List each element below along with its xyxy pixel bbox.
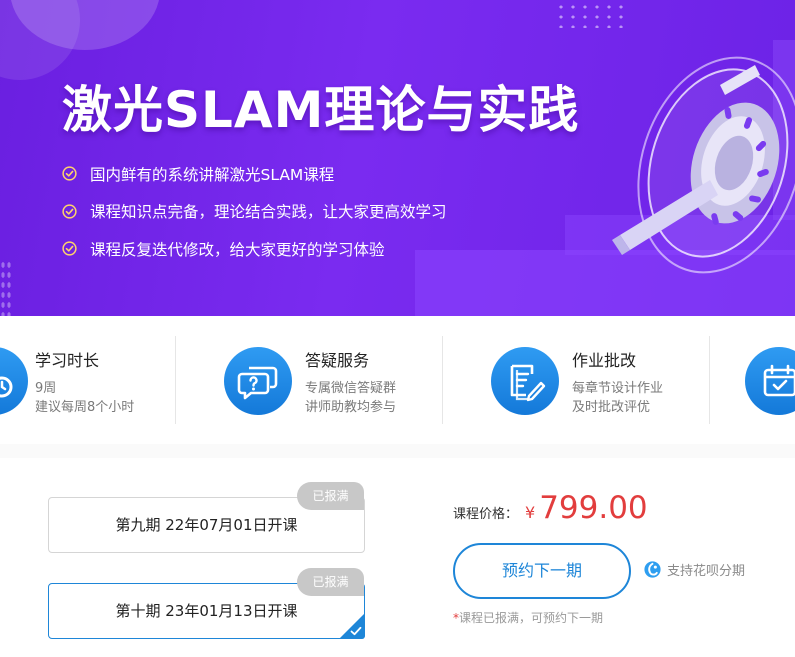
chat-question-icon — [237, 366, 278, 400]
service-detail: 9周 — [35, 381, 57, 396]
decor-dots — [555, 2, 629, 28]
session-option-10[interactable]: 已报满 第十期 23年01月13日开课 — [48, 568, 365, 639]
enrollment-notice: *课程已报满，可预约下一期 — [453, 609, 603, 626]
price-amount: 799.00 — [539, 490, 648, 526]
service-study-duration: 学习时长 9周 建议每周8个小时 — [0, 316, 160, 444]
feature-item: 课程反复迭代修改，给大家更好的学习体验 — [62, 230, 447, 268]
course-title: 激光SLAM理论与实践 — [62, 81, 580, 139]
currency-symbol: ¥ — [525, 503, 536, 522]
check-circle-icon — [62, 166, 77, 181]
full-tag: 已报满 — [297, 568, 364, 596]
section-divider — [0, 444, 795, 458]
course-price: ¥799.00 — [525, 490, 648, 526]
service-icon-circle — [224, 347, 292, 415]
divider — [709, 336, 710, 424]
service-qa: 答疑服务 专属微信答疑群 讲师助教均参与 — [224, 316, 434, 444]
service-detail: 建议每周8个小时 — [35, 400, 135, 415]
service-strip: 学习时长 9周 建议每周8个小时 答疑服务 专属微信答疑群 讲师助教均参与 作业… — [0, 316, 795, 444]
divider — [175, 336, 176, 424]
divider — [442, 336, 443, 424]
price-label: 课程价格： — [453, 507, 519, 522]
installment-option[interactable]: 支持花呗分期 — [643, 560, 745, 579]
check-circle-icon — [62, 204, 77, 219]
session-option-9[interactable]: 已报满 第九期 22年07月01日开课 — [48, 482, 365, 553]
session-label: 第十期 23年01月13日开课 — [115, 602, 298, 620]
feature-item: 课程知识点完备，理论结合实践，让大家更高效学习 — [62, 193, 447, 231]
service-homework: 作业批改 每章节设计作业 及时批改评优 — [491, 316, 701, 444]
feature-item: 国内鲜有的系统讲解激光SLAM课程 — [62, 155, 447, 193]
service-title: 学习时长 — [35, 351, 100, 370]
service-schedule — [745, 316, 795, 444]
service-title: 答疑服务 — [305, 351, 370, 370]
calendar-check-icon — [763, 364, 795, 397]
service-detail: 专属微信答疑群 — [305, 381, 397, 396]
service-detail: 每章节设计作业 — [572, 381, 664, 396]
full-tag: 已报满 — [297, 482, 364, 510]
service-icon-circle — [491, 347, 559, 415]
feature-text: 课程反复迭代修改，给大家更好的学习体验 — [90, 240, 385, 259]
reserve-next-session-button[interactable]: 预约下一期 — [453, 543, 631, 599]
service-detail: 讲师助教均参与 — [305, 400, 397, 415]
service-detail: 及时批改评优 — [572, 400, 651, 415]
course-banner: 激光SLAM理论与实践 国内鲜有的系统讲解激光SLAM课程 课程知识点完备，理论… — [0, 0, 795, 316]
document-edit-icon — [510, 364, 546, 402]
session-label: 第九期 22年07月01日开课 — [115, 516, 298, 534]
lidar-lens-illustration — [612, 56, 795, 274]
checkmark-icon — [350, 626, 362, 636]
feature-list: 国内鲜有的系统讲解激光SLAM课程 课程知识点完备，理论结合实践，让大家更高效学… — [62, 155, 447, 268]
clock-icon — [0, 376, 13, 398]
decor-dots — [0, 260, 12, 316]
service-icon-circle — [0, 347, 28, 415]
installment-label: 支持花呗分期 — [667, 564, 746, 579]
notice-text: 课程已报满，可预约下一期 — [459, 611, 604, 625]
check-circle-icon — [62, 241, 77, 256]
service-title: 作业批改 — [572, 351, 637, 370]
feature-text: 课程知识点完备，理论结合实践，让大家更高效学习 — [90, 203, 447, 222]
huabei-icon — [644, 561, 661, 578]
feature-text: 国内鲜有的系统讲解激光SLAM课程 — [90, 165, 335, 184]
service-icon-circle — [745, 347, 795, 415]
